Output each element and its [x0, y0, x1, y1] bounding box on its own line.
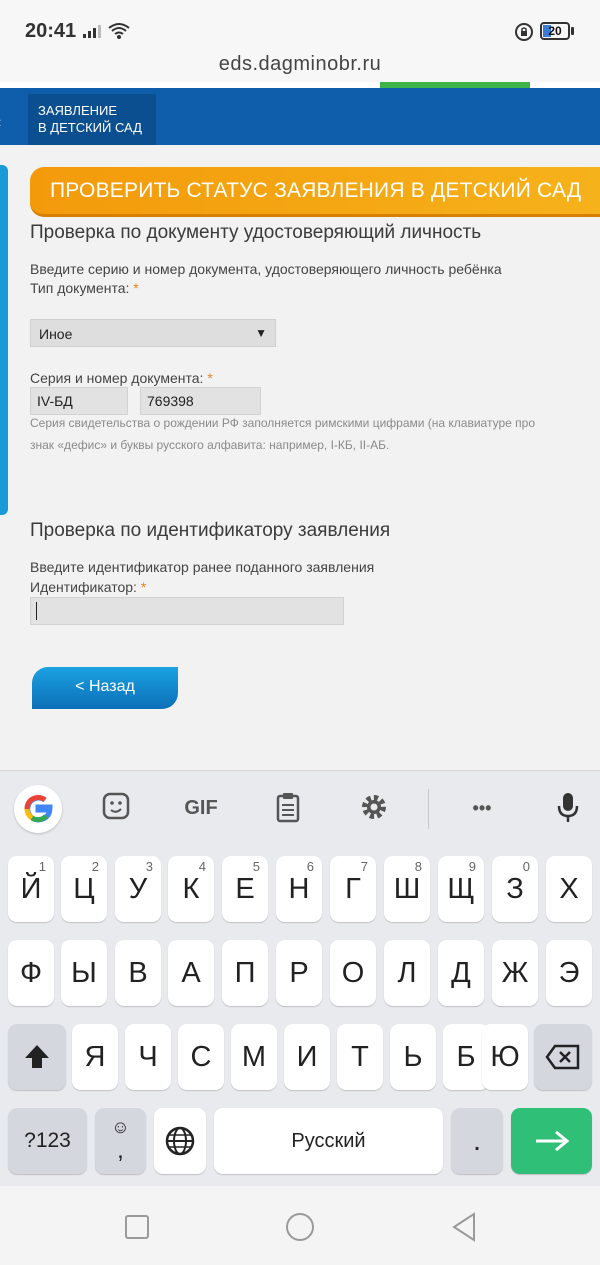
- menu-tab-kindergarten[interactable]: ЗАЯВЛЕНИЕ В ДЕТСКИЙ САД: [28, 94, 156, 147]
- key-row2-11[interactable]: Э: [546, 940, 592, 1006]
- series-input[interactable]: IV-БД: [30, 387, 128, 415]
- identifier-input[interactable]: [30, 597, 344, 625]
- clock: 20:41: [25, 20, 77, 42]
- series-hint-line1: Серия свидетельства о рождении РФ заполн…: [30, 416, 535, 430]
- key-1[interactable]: Й1: [8, 856, 54, 922]
- required-mark: *: [207, 370, 213, 386]
- key-row3-7[interactable]: Ь: [390, 1024, 436, 1090]
- back-button[interactable]: < Назад: [32, 667, 178, 709]
- key-row2-1[interactable]: Ф: [8, 940, 54, 1006]
- decor-stripe: [0, 165, 8, 515]
- google-icon[interactable]: [14, 785, 62, 833]
- emoji-comma-key[interactable]: ☺ ,: [95, 1108, 146, 1174]
- gif-button[interactable]: GIF: [178, 791, 224, 827]
- key-9[interactable]: Щ9: [438, 856, 484, 922]
- backspace-key[interactable]: [534, 1024, 592, 1090]
- signal-icon: [83, 25, 101, 38]
- settings-gear-icon[interactable]: [354, 791, 394, 827]
- recents-icon[interactable]: [124, 1214, 150, 1240]
- menu-tab-line2: В ДЕТСКИЙ САД: [38, 120, 142, 135]
- enter-key[interactable]: [511, 1108, 592, 1174]
- key-6[interactable]: Н6: [276, 856, 322, 922]
- key-row3-9[interactable]: Ю: [482, 1024, 528, 1090]
- document-instruction: Введите серию и номер документа, удостов…: [30, 261, 502, 277]
- key-row3-2[interactable]: Ч: [125, 1024, 171, 1090]
- page-banner: ПРОВЕРИТЬ СТАТУС ЗАЯВЛЕНИЯ В ДЕТСКИЙ САД: [30, 167, 600, 217]
- more-options-icon[interactable]: •••: [462, 791, 502, 827]
- key-10[interactable]: З0: [492, 856, 538, 922]
- onscreen-keyboard: GIF ••• Й1 Ц2 У3 К4 Е5 Н6 Г7 Ш8 Щ9 З0 Х …: [0, 770, 600, 1186]
- url-text[interactable]: eds.dagminobr.ru: [219, 53, 382, 75]
- key-row2-9[interactable]: Д: [438, 940, 484, 1006]
- key-5[interactable]: Е5: [222, 856, 268, 922]
- status-bar: 20:41 20: [0, 0, 600, 48]
- site-header: ‹ ЗАЯВЛЕНИЕ В ДЕТСКИЙ САД: [0, 82, 600, 147]
- key-4[interactable]: К4: [168, 856, 214, 922]
- key-row3-1[interactable]: Я: [72, 1024, 118, 1090]
- identifier-label: Идентификатор: *: [30, 579, 147, 595]
- home-icon[interactable]: [284, 1211, 316, 1243]
- series-number-label: Серия и номер документа: *: [30, 370, 213, 386]
- key-row2-10[interactable]: Ж: [492, 940, 538, 1006]
- wifi-icon: [108, 23, 130, 39]
- numbers-key[interactable]: ?123: [8, 1108, 87, 1174]
- chevron-left-icon[interactable]: ‹: [0, 114, 1, 132]
- key-2[interactable]: Ц2: [61, 856, 107, 922]
- key-row2-2[interactable]: Ы: [61, 940, 107, 1006]
- series-hint-line2: знак «дефис» и буквы русского алфавита: …: [30, 438, 390, 452]
- page-title: ПРОВЕРИТЬ СТАТУС ЗАЯВЛЕНИЯ В ДЕТСКИЙ САД: [50, 179, 582, 202]
- main-content: ПРОВЕРИТЬ СТАТУС ЗАЯВЛЕНИЯ В ДЕТСКИЙ САД…: [0, 145, 600, 770]
- sticker-icon[interactable]: [96, 791, 136, 827]
- space-key[interactable]: Русский: [214, 1108, 443, 1174]
- required-mark: *: [133, 280, 139, 296]
- arrow-right-icon: [535, 1130, 569, 1152]
- key-row2-6[interactable]: Р: [276, 940, 322, 1006]
- back-nav-icon[interactable]: [450, 1212, 478, 1242]
- clipboard-icon[interactable]: [268, 791, 308, 827]
- section-heading-identifier: Проверка по идентификатору заявления: [30, 520, 391, 541]
- battery-icon: 20: [540, 22, 570, 40]
- key-8[interactable]: Ш8: [384, 856, 430, 922]
- key-3[interactable]: У3: [115, 856, 161, 922]
- identifier-instruction: Введите идентификатор ранее поданного за…: [30, 559, 375, 575]
- language-key[interactable]: [154, 1108, 206, 1174]
- doc-type-label: Тип документа: *: [30, 280, 139, 296]
- key-row2-4[interactable]: А: [168, 940, 214, 1006]
- key-row3-5[interactable]: И: [284, 1024, 330, 1090]
- key-row3-4[interactable]: М: [231, 1024, 277, 1090]
- number-input[interactable]: 769398: [140, 387, 261, 415]
- section-heading-document: Проверка по документу удостоверяющий лич…: [30, 222, 482, 243]
- key-row3-6[interactable]: Т: [337, 1024, 383, 1090]
- doc-type-value: Иное: [39, 326, 73, 342]
- microphone-icon[interactable]: [548, 791, 588, 827]
- key-row3-3[interactable]: С: [178, 1024, 224, 1090]
- system-nav-bar: [0, 1186, 600, 1265]
- shift-icon: [25, 1045, 49, 1068]
- globe-icon: [165, 1126, 195, 1156]
- backspace-icon: [545, 1044, 580, 1070]
- required-mark: *: [140, 579, 147, 595]
- key-row2-8[interactable]: Л: [384, 940, 430, 1006]
- key-7[interactable]: Г7: [330, 856, 376, 922]
- doc-type-select[interactable]: Иное ▼: [30, 319, 276, 347]
- rotation-lock-icon: [515, 23, 533, 41]
- key-row2-7[interactable]: О: [330, 940, 376, 1006]
- shift-key[interactable]: [8, 1024, 66, 1090]
- keyboard-toolbar: GIF •••: [0, 771, 600, 846]
- battery-level: 20: [548, 24, 562, 38]
- key-row2-5[interactable]: П: [222, 940, 268, 1006]
- period-key[interactable]: .: [451, 1108, 503, 1174]
- text-caret: [36, 602, 37, 620]
- key-11[interactable]: Х: [546, 856, 592, 922]
- menu-tab-line1: ЗАЯВЛЕНИЕ: [38, 103, 118, 118]
- key-row2-3[interactable]: В: [115, 940, 161, 1006]
- address-bar[interactable]: eds.dagminobr.ru: [0, 48, 600, 82]
- dropdown-arrow-icon: ▼: [255, 326, 267, 340]
